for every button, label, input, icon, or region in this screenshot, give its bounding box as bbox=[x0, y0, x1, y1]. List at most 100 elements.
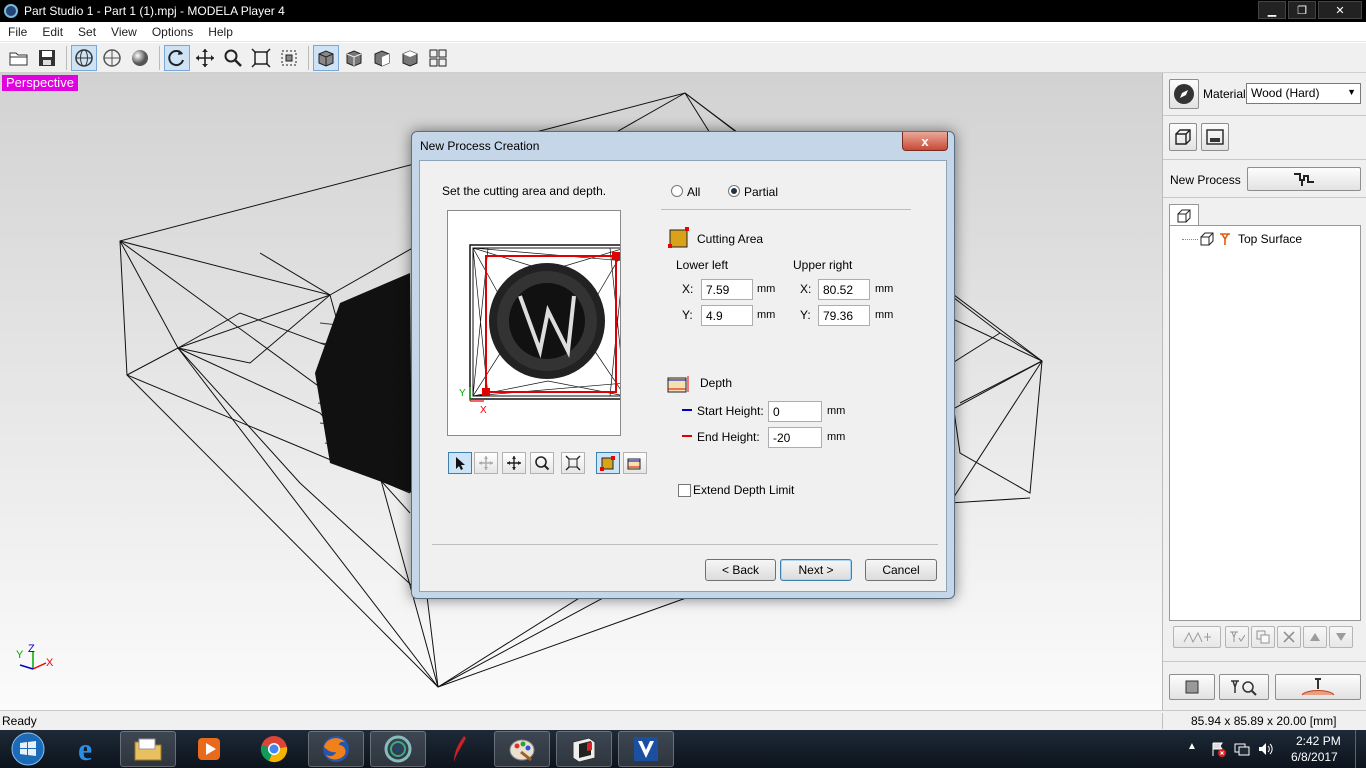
media-player-icon[interactable] bbox=[181, 731, 237, 767]
globe-icon[interactable] bbox=[71, 44, 97, 71]
paint-icon[interactable] bbox=[494, 731, 550, 767]
network-icon[interactable] bbox=[1234, 741, 1250, 757]
show-desktop-button[interactable] bbox=[1355, 730, 1366, 768]
menu-options[interactable]: Options bbox=[144, 25, 200, 39]
pan-tool-button[interactable] bbox=[502, 452, 526, 474]
unit-label: mm bbox=[827, 405, 846, 417]
view-right-icon[interactable] bbox=[369, 45, 395, 71]
menu-bar: File Edit Set View Options Help bbox=[0, 22, 1366, 42]
stock-icon bbox=[1206, 129, 1224, 145]
modela-icon[interactable] bbox=[370, 731, 426, 767]
volume-icon[interactable] bbox=[1257, 741, 1273, 757]
menu-set[interactable]: Set bbox=[70, 25, 103, 39]
zoom-tool-button[interactable] bbox=[530, 452, 554, 474]
next-button[interactable]: Next > bbox=[780, 559, 852, 581]
restore-button[interactable]: ❐ bbox=[1288, 1, 1316, 19]
process-tree[interactable]: Top Surface bbox=[1169, 225, 1361, 621]
view-top-icon[interactable] bbox=[397, 45, 423, 71]
save-icon[interactable] bbox=[34, 45, 60, 71]
move-down-button[interactable] bbox=[1329, 626, 1353, 648]
fit-selection-icon[interactable] bbox=[276, 45, 302, 71]
cutting-area-icon bbox=[668, 227, 689, 248]
tool-button[interactable] bbox=[1225, 626, 1249, 648]
view-perspective-icon[interactable] bbox=[313, 44, 339, 71]
material-select[interactable]: Wood (Hard) ▼ bbox=[1246, 83, 1361, 104]
tab-process-tree[interactable] bbox=[1169, 204, 1199, 226]
resize-tool-button[interactable] bbox=[474, 452, 498, 474]
material-select-value: Wood (Hard) bbox=[1251, 86, 1320, 100]
stock-view-button[interactable] bbox=[1201, 123, 1229, 151]
rotate-icon[interactable] bbox=[164, 44, 190, 71]
fit-tool-button[interactable] bbox=[561, 452, 585, 474]
divider bbox=[1163, 661, 1366, 662]
new-process-icon bbox=[1294, 173, 1314, 186]
copy-button[interactable] bbox=[1251, 626, 1275, 648]
cancel-button[interactable]: Cancel bbox=[865, 559, 937, 581]
axis-x-label: X bbox=[46, 657, 54, 669]
start-button[interactable] bbox=[3, 731, 53, 767]
box-view-button[interactable] bbox=[1169, 123, 1197, 151]
area-tool-button[interactable] bbox=[596, 452, 620, 474]
unit-label: mm bbox=[875, 283, 894, 295]
clock-time[interactable]: 2:42 PM bbox=[1296, 734, 1341, 748]
radio-partial[interactable] bbox=[728, 185, 740, 197]
feather-app-icon[interactable] bbox=[432, 731, 488, 767]
menu-help[interactable]: Help bbox=[200, 25, 240, 39]
move-icon[interactable] bbox=[192, 45, 218, 71]
move-up-button[interactable] bbox=[1303, 626, 1327, 648]
new-process-button[interactable] bbox=[1247, 167, 1361, 191]
menu-file[interactable]: File bbox=[0, 25, 34, 39]
add-path-button[interactable] bbox=[1173, 626, 1221, 648]
end-height-input[interactable]: -20 bbox=[768, 427, 822, 448]
radio-all[interactable] bbox=[671, 185, 683, 197]
cut-button[interactable] bbox=[1275, 674, 1361, 700]
view-front-icon[interactable] bbox=[341, 45, 367, 71]
zoom-icon bbox=[535, 456, 550, 471]
upper-right-x-input[interactable]: 80.52 bbox=[818, 279, 870, 300]
vpanel-icon[interactable] bbox=[618, 731, 674, 767]
back-button[interactable]: < Back bbox=[705, 559, 776, 581]
explorer-icon[interactable] bbox=[120, 731, 176, 767]
flag-error-icon[interactable] bbox=[1210, 741, 1226, 757]
preview-cut-button[interactable] bbox=[1219, 674, 1269, 700]
firefox-icon[interactable] bbox=[308, 731, 364, 767]
zoom-icon[interactable] bbox=[220, 45, 246, 71]
preview-frame[interactable]: Y X bbox=[447, 210, 629, 436]
start-height-line-icon bbox=[682, 409, 692, 411]
box-icon bbox=[1177, 209, 1191, 222]
preview-axis-y: Y bbox=[459, 388, 466, 399]
preview-button[interactable] bbox=[1169, 674, 1215, 700]
delete-button[interactable] bbox=[1277, 626, 1301, 648]
triangle-down-icon bbox=[1336, 633, 1346, 641]
material-tool-button[interactable] bbox=[1169, 79, 1199, 109]
sphere-icon[interactable] bbox=[127, 45, 153, 71]
minimize-button[interactable]: ▁ bbox=[1258, 1, 1286, 19]
tree-item-top-surface[interactable]: Top Surface bbox=[1182, 232, 1302, 246]
fit-icon[interactable] bbox=[248, 45, 274, 71]
globe-outline-icon[interactable] bbox=[99, 45, 125, 71]
dialog-close-button[interactable]: x bbox=[902, 132, 948, 151]
cutting-app-icon[interactable] bbox=[556, 731, 612, 767]
depth-tool-button[interactable] bbox=[623, 452, 647, 474]
chrome-icon[interactable] bbox=[246, 731, 302, 767]
tray-expand-icon[interactable]: ▲ bbox=[1187, 741, 1197, 752]
dialog-body: Set the cutting area and depth. Y X All … bbox=[419, 160, 947, 592]
dimensions-readout: 85.94 x 85.89 x 20.00 [mm] bbox=[1191, 714, 1337, 728]
upper-right-y-label: Y: bbox=[800, 308, 811, 322]
menu-view[interactable]: View bbox=[103, 25, 144, 39]
view-multi-icon[interactable] bbox=[425, 45, 451, 71]
select-tool-button[interactable] bbox=[448, 452, 472, 474]
lower-left-x-input[interactable]: 7.59 bbox=[701, 279, 753, 300]
extend-depth-checkbox[interactable] bbox=[678, 484, 691, 497]
window-titlebar: Part Studio 1 - Part 1 (1).mpj - MODELA … bbox=[0, 0, 1366, 22]
triangle-up-icon bbox=[1310, 633, 1320, 641]
open-icon[interactable] bbox=[6, 45, 32, 71]
close-button[interactable]: ✕ bbox=[1318, 1, 1362, 19]
lower-left-y-input[interactable]: 4.9 bbox=[701, 305, 753, 326]
upper-right-y-input[interactable]: 79.36 bbox=[818, 305, 870, 326]
start-height-input[interactable]: 0 bbox=[768, 401, 822, 422]
end-height-label: End Height: bbox=[697, 430, 760, 444]
ie-icon[interactable]: e bbox=[62, 731, 118, 767]
menu-edit[interactable]: Edit bbox=[34, 25, 70, 39]
clock-date[interactable]: 6/8/2017 bbox=[1291, 750, 1338, 764]
